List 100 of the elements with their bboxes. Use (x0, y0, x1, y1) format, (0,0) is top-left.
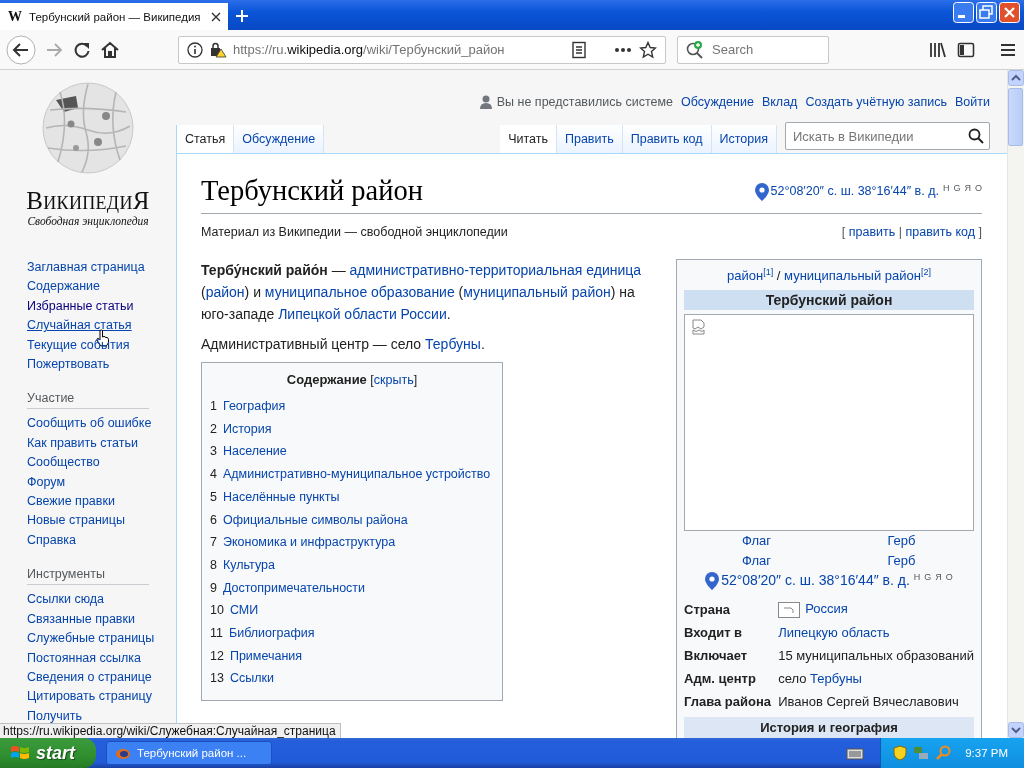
wordmark[interactable]: ВикипедиЯ (26, 188, 150, 214)
toc-link[interactable]: Культура (222, 557, 275, 572)
back-button[interactable] (6, 34, 36, 65)
toc-link[interactable]: История (222, 421, 272, 436)
sidebar-link[interactable]: Получить (27, 708, 82, 723)
page-tab[interactable]: Обсуждение (234, 125, 325, 153)
sidebar-link[interactable]: Текущие события (27, 337, 130, 352)
map-link[interactable]: O (945, 571, 953, 583)
coordinates-link[interactable]: 52°08′20″ с. ш. 38°16′44″ в. д. (770, 182, 939, 200)
flag-link[interactable]: Флаг (684, 551, 829, 571)
sidebar-link[interactable]: Постоянная ссылка (27, 650, 141, 665)
sidebar-link[interactable]: Как править статьи (27, 435, 138, 450)
sidebar-link[interactable]: Сообщить об ошибке (27, 416, 152, 431)
sidebar-link[interactable]: Сообщество (27, 455, 100, 470)
user-link[interactable]: Вклад (761, 93, 798, 111)
sidebar-link[interactable]: Форум (27, 474, 65, 489)
link[interactable]: Липецкую область (778, 625, 890, 640)
sidebar-link[interactable]: Новые страницы (27, 513, 125, 528)
sidebar-link[interactable]: Ссылки сюда (27, 592, 105, 607)
sidebar-link[interactable]: Сведения о странице (27, 669, 152, 684)
keyboard-icon[interactable] (846, 746, 865, 760)
toc-link[interactable]: Достопримечательности (222, 580, 366, 595)
close-icon[interactable] (210, 10, 222, 23)
coat-of-arms-link[interactable]: Герб (829, 531, 974, 551)
link[interactable]: муниципальный район$^{[2]}$ (784, 268, 931, 283)
map-link[interactable]: G (924, 571, 932, 583)
plus-icon[interactable] (234, 8, 250, 24)
sidebar-link[interactable]: Пожертвовать (27, 357, 110, 372)
start-button[interactable]: start (0, 738, 96, 768)
map-link[interactable]: H (942, 182, 950, 194)
user-link[interactable]: Войти (955, 93, 990, 111)
toc-link[interactable]: Официальные символы района (222, 512, 408, 527)
toc-link[interactable]: Библиография (229, 626, 315, 641)
map-link[interactable]: G (953, 182, 961, 194)
map-link[interactable]: Я (964, 182, 971, 194)
toc-toggle[interactable]: [скрыть] (370, 373, 418, 387)
search-field[interactable]: Search (677, 35, 829, 64)
location-pin-icon[interactable] (705, 572, 720, 590)
sidebar-link[interactable]: Избранные статьи (27, 298, 134, 313)
reader-view-icon[interactable] (571, 40, 587, 59)
sidebar-link[interactable]: Заглавная страница (27, 260, 145, 274)
user-link[interactable]: Создать учётную запись (805, 93, 947, 111)
scroll-up-button[interactable] (1008, 70, 1024, 86)
sidebar-heading: Инструменты (27, 564, 149, 586)
link[interactable]: административно-территориальная единица (349, 262, 642, 278)
toc-link[interactable]: Административно-муниципальное устройство (222, 467, 491, 482)
link[interactable]: Россия (805, 601, 848, 617)
link[interactable]: район (205, 284, 245, 300)
maximize-button[interactable] (976, 1, 997, 23)
toc-link[interactable]: География (222, 399, 286, 413)
sidebar-link[interactable]: Служебные страницы (27, 631, 155, 646)
map-link[interactable]: O (975, 182, 982, 194)
link[interactable]: муниципальный район (463, 284, 611, 300)
close-button[interactable] (999, 1, 1020, 23)
login-status: Вы не представились системе (496, 94, 674, 111)
minimize-button[interactable] (953, 1, 974, 23)
link[interactable]: Тербуны (810, 671, 862, 686)
sidebar-link[interactable]: Случайная статья (27, 318, 132, 333)
toc-link[interactable]: Экономика и инфраструктура (222, 535, 396, 550)
edit-link[interactable]: править код (905, 225, 976, 239)
flag-link[interactable]: Флаг (684, 531, 829, 551)
user-link[interactable]: Обсуждение (681, 93, 754, 111)
sidebar-link[interactable]: Связанные правки (27, 611, 135, 626)
info-icon[interactable] (187, 41, 203, 58)
shield-icon[interactable] (893, 745, 908, 761)
page-tab[interactable]: Читать (500, 125, 557, 153)
toc-link[interactable]: Ссылки (229, 671, 274, 686)
map-link[interactable]: Я (935, 571, 942, 583)
sidebar-link[interactable]: Содержание (27, 279, 101, 294)
sidebar-link[interactable]: Справка (27, 532, 77, 547)
search-icon[interactable] (968, 128, 984, 144)
star-icon[interactable] (639, 40, 657, 59)
lock-warning-icon[interactable] (209, 41, 227, 58)
sidebar-link[interactable]: Свежие правки (27, 494, 115, 509)
taskbar-button[interactable]: Тербунский район ... (106, 741, 272, 765)
coat-of-arms-link[interactable]: Герб (829, 551, 974, 571)
scroll-down-button[interactable] (1008, 722, 1024, 738)
link[interactable]: муниципальное образование (264, 284, 455, 300)
toc-link[interactable]: Населённые пункты (222, 489, 340, 504)
coordinates-link[interactable]: 52°08′20″ с. ш. 38°16′44″ в. д. (721, 571, 910, 589)
browser-icon (115, 746, 131, 760)
page-tab[interactable]: Править код (622, 125, 712, 153)
link[interactable]: Тербуны (425, 336, 481, 352)
toc-link[interactable]: Примечания (229, 648, 303, 663)
sidebar-link[interactable]: Цитировать страницу (27, 689, 152, 704)
link[interactable]: район$^{[1]}$ (727, 268, 774, 283)
wiki-search-field[interactable]: Искать в Википедии (785, 122, 990, 150)
map-link[interactable]: H (913, 571, 921, 583)
toc-link[interactable]: Население (222, 444, 287, 459)
scroll-thumb[interactable] (1008, 88, 1023, 146)
page-tab[interactable]: История (711, 125, 777, 153)
address-bar[interactable]: https://ru.wikipedia.org/wiki/Тербунский_район (178, 35, 666, 64)
page-tab[interactable]: Править (556, 125, 623, 153)
edit-link[interactable]: править (848, 225, 896, 239)
toc-link[interactable]: СМИ (229, 603, 259, 618)
link[interactable]: Липецкой области России (278, 306, 447, 322)
browser-tab[interactable]: W Тербунский район — Википедия (0, 3, 228, 30)
location-pin-icon[interactable] (754, 183, 769, 201)
page-tab[interactable]: Статья (177, 125, 235, 153)
home-button[interactable] (100, 39, 120, 60)
